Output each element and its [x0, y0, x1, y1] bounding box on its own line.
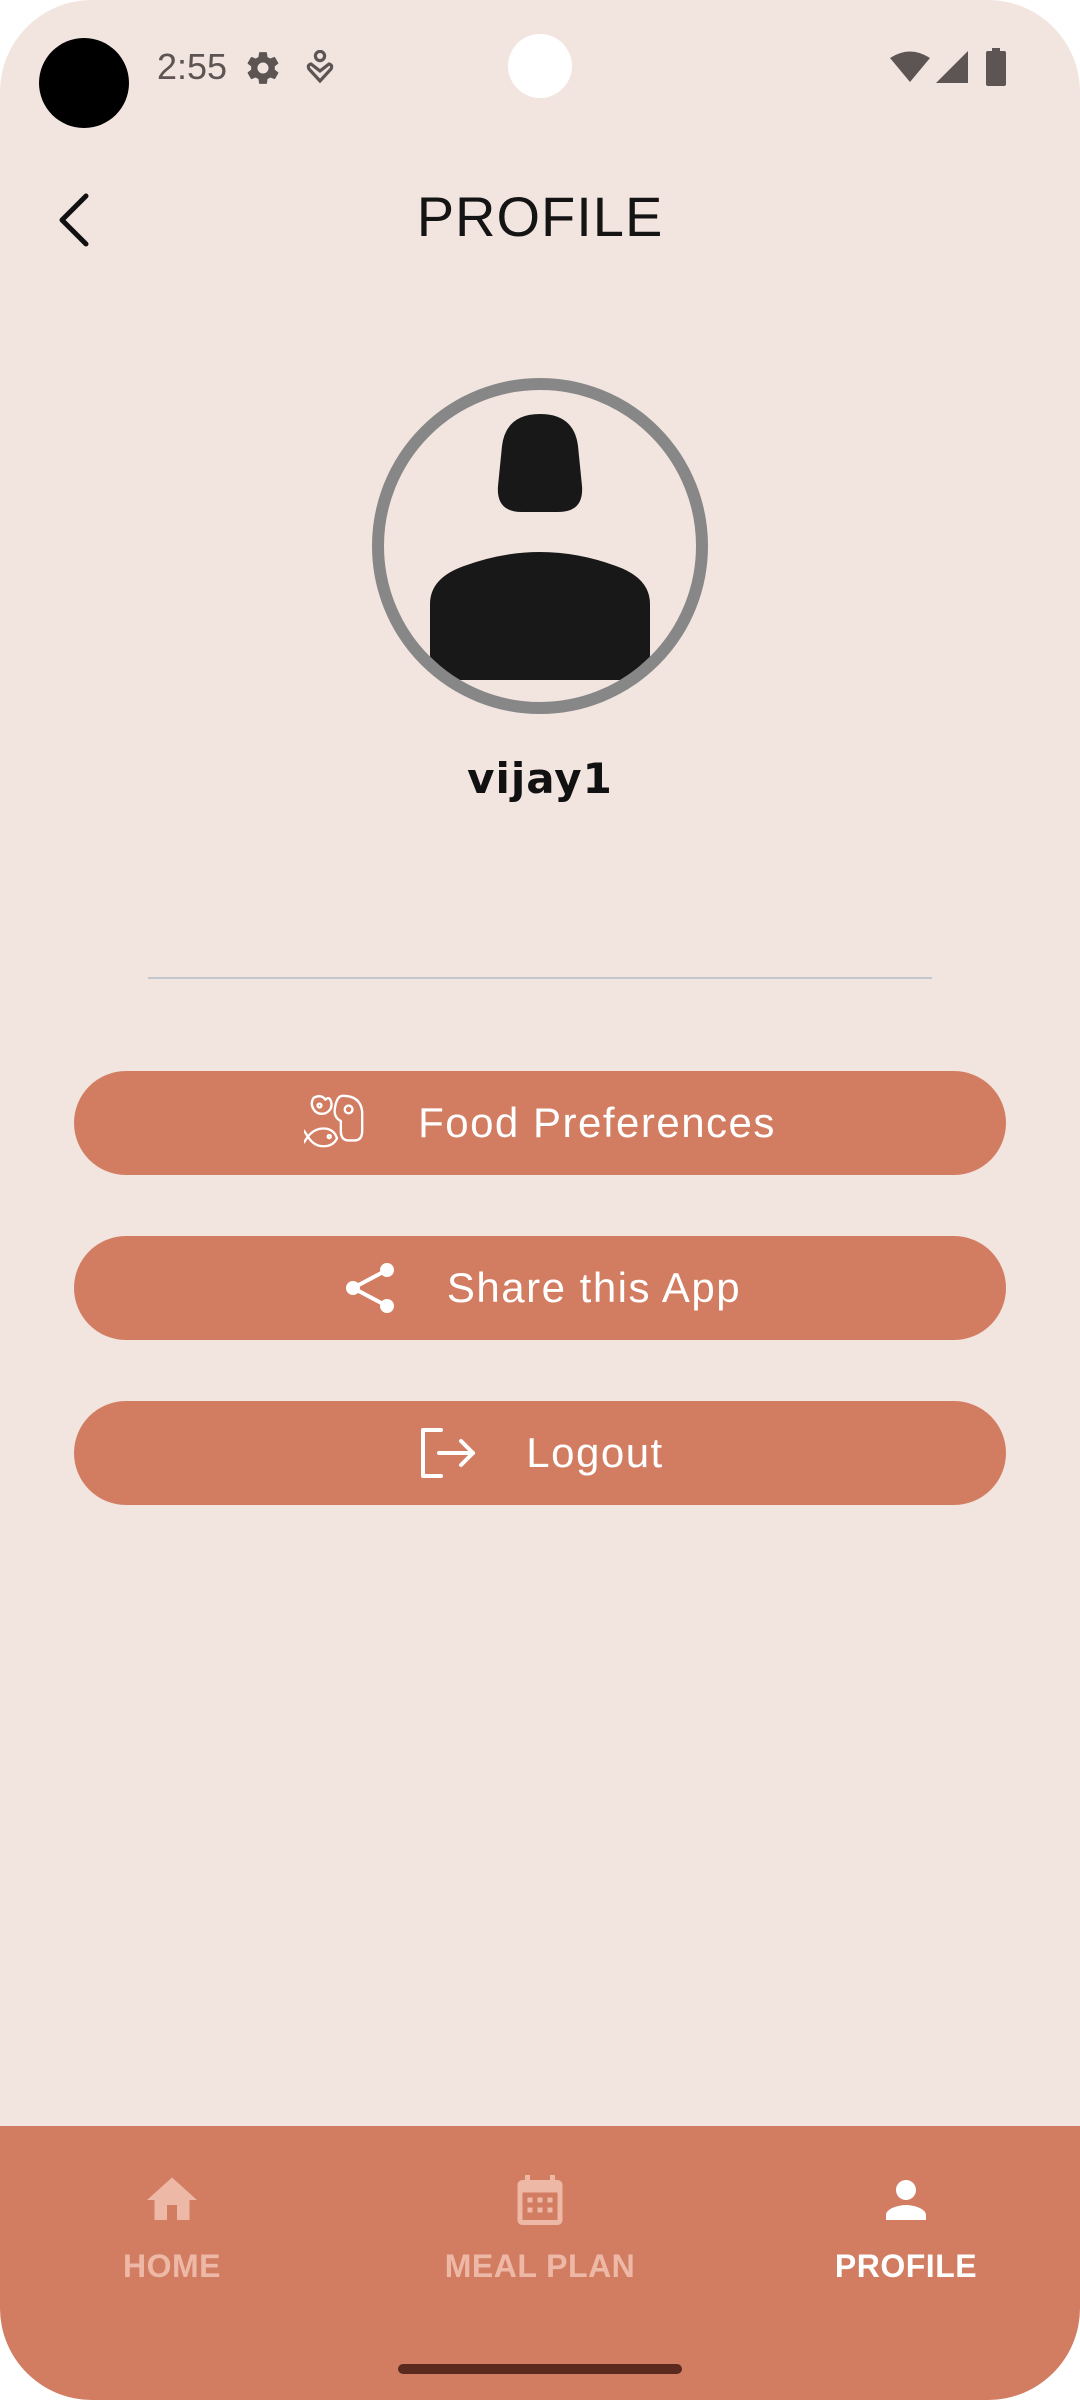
gesture-bar[interactable] — [398, 2364, 682, 2374]
home-icon — [147, 2177, 197, 2220]
logout-icon — [416, 1421, 480, 1485]
signal-icon — [936, 51, 968, 83]
screen: 2:55 PROFILE vijay1 Food Preferences Sha… — [0, 0, 1080, 2400]
share-icon — [339, 1256, 403, 1320]
wifi-icon — [890, 51, 930, 82]
nav-label-profile: PROFILE — [834, 2248, 978, 2284]
nav-item-meal-plan[interactable]: MEAL PLAN — [390, 2170, 690, 2310]
username: vijay1 — [467, 754, 613, 803]
nav-label-meal-plan: MEAL PLAN — [444, 2248, 636, 2284]
health-icon — [306, 50, 334, 84]
share-app-label: Share this App — [446, 1264, 742, 1311]
logout-button[interactable]: Logout — [74, 1401, 1006, 1505]
person-icon — [430, 414, 650, 680]
status-time: 2:55 — [157, 46, 228, 87]
divider — [148, 977, 932, 979]
food-preferences-label: Food Preferences — [418, 1099, 776, 1146]
food-icon — [304, 1091, 368, 1155]
person-icon — [886, 2180, 926, 2220]
battery-icon — [986, 48, 1006, 86]
page-title: PROFILE — [416, 185, 664, 248]
status-bar: 2:55 — [0, 0, 1080, 130]
logout-label: Logout — [526, 1429, 664, 1476]
nav-item-home[interactable]: HOME — [22, 2170, 322, 2310]
nav-item-profile[interactable]: PROFILE — [756, 2170, 1056, 2310]
share-app-button[interactable]: Share this App — [74, 1236, 1006, 1340]
calendar-icon — [517, 2175, 563, 2225]
food-preferences-button[interactable]: Food Preferences — [74, 1071, 1006, 1175]
gear-icon — [247, 52, 279, 84]
nav-label-home: HOME — [123, 2248, 221, 2284]
camera-dot — [39, 38, 129, 128]
front-camera — [508, 34, 572, 98]
avatar[interactable] — [372, 378, 708, 714]
